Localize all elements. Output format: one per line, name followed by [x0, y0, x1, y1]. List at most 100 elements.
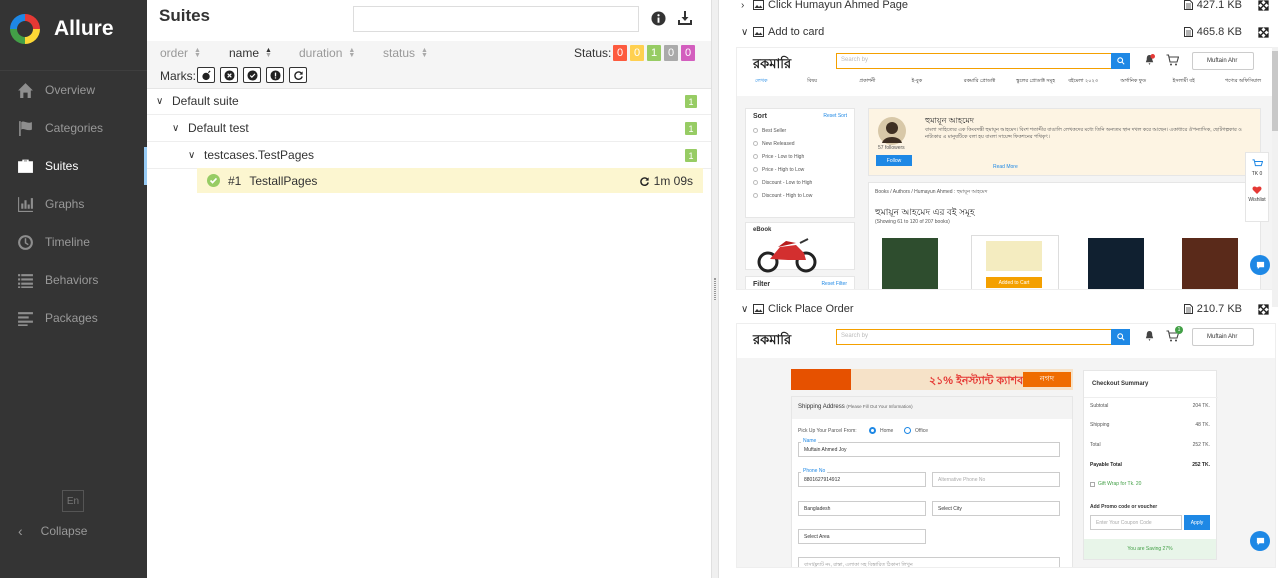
attachment-screenshot: রকমারি Search by 1 Muftain Ahr ২১% ইনস্ট…: [736, 323, 1276, 568]
reset-sort-link: Reset Sort: [823, 113, 847, 119]
sidebar-item-label: Suites: [45, 159, 79, 173]
book-card-added: Added to Cart: [971, 235, 1059, 289]
sidebar-item-packages[interactable]: Packages: [0, 299, 147, 337]
suites-pane: Suites order ▲ ▼ name ▲ ▼ duration ▲ ▼ stat…: [147, 0, 711, 578]
expand-icon[interactable]: [1258, 0, 1269, 11]
motorbike-image: [757, 238, 817, 273]
sidebar-item-timeline[interactable]: Timeline: [0, 223, 147, 261]
align-left-icon: [16, 309, 34, 327]
sidebar-item-behaviors[interactable]: Behaviors: [0, 261, 147, 299]
sort-option: Discount - Low to High: [746, 176, 854, 189]
passed-count-badge: 1: [685, 95, 697, 108]
flag-icon: [16, 119, 34, 137]
sort-option: Best Seller: [746, 124, 854, 137]
sidebar-item-graphs[interactable]: Graphs: [0, 185, 147, 223]
sidebar-item-label: Graphs: [45, 197, 85, 211]
attachment-title: Click Place Order: [768, 303, 854, 315]
sort-status[interactable]: status ▲ ▼: [383, 46, 428, 60]
sort-panel-title: Sort: [753, 113, 767, 120]
filter-panel: Filter Reset Filter: [745, 276, 855, 289]
mark-new-passed-button[interactable]: [243, 67, 261, 83]
site-menu-item: রকমারি প্রোডাক্ট: [963, 78, 996, 84]
sort-arrows-icon: ▲ ▼: [194, 47, 201, 59]
expand-icon[interactable]: [1258, 303, 1269, 315]
test-case-row[interactable]: #1 TestallPages 1m 09s: [197, 168, 703, 193]
bell-icon: [1145, 54, 1155, 66]
info-icon[interactable]: [651, 11, 666, 26]
tree-group-suite[interactable]: ∨ Default suite 1: [147, 88, 711, 115]
sidebar-item-label: Timeline: [45, 235, 90, 249]
check-circle-icon: [246, 69, 258, 81]
added-to-cart-button: Added to Cart: [986, 277, 1042, 288]
area-select: Select Area: [798, 529, 926, 544]
language-switch[interactable]: En: [62, 490, 84, 512]
sort-panel: Sort Reset Sort Best Seller New Released…: [745, 108, 855, 218]
wishlist-label: Wishlist: [1248, 197, 1266, 203]
mark-new-failed-button[interactable]: [220, 67, 238, 83]
download-icon[interactable]: [677, 10, 693, 26]
drag-handle-icon: [714, 278, 716, 300]
site-search-button: [1111, 329, 1130, 345]
sidebar-item-overview[interactable]: Overview: [0, 71, 147, 109]
site-search-input: Search by: [836, 53, 1126, 69]
status-broken-toggle[interactable]: 0: [630, 45, 644, 61]
marks-label: Marks:: [160, 69, 196, 83]
phone-field: 8801627914912: [798, 472, 926, 487]
attachment-title: Add to card: [768, 26, 825, 38]
tree-group-test[interactable]: ∨ Default test 1: [147, 115, 711, 142]
bell-icon: [1145, 330, 1154, 342]
status-passed-toggle[interactable]: 1: [647, 45, 661, 61]
status-skipped-toggle[interactable]: 0: [664, 45, 678, 61]
tree-group-class[interactable]: ∨ testcases.TestPages 1: [147, 142, 711, 169]
site-menu-item: স্কুলের প্রোডাক্ট সমূহ: [1016, 78, 1055, 84]
status-failed-toggle[interactable]: 0: [613, 45, 627, 61]
mark-new-broken-button[interactable]: [266, 67, 284, 83]
breadcrumb: Books / Authors / Humayun Ahmed : হুমায়…: [875, 189, 988, 195]
sidebar-item-label: Packages: [45, 311, 98, 325]
scrollbar-track[interactable]: [1272, 47, 1278, 307]
sort-order[interactable]: order ▲ ▼: [160, 46, 201, 60]
mark-flaky-button[interactable]: [197, 67, 215, 83]
brand[interactable]: Allure: [0, 0, 147, 58]
sidebar-item-categories[interactable]: Categories: [0, 109, 147, 147]
attachment-size-value: 427.1 KB: [1196, 0, 1242, 11]
site-logo: রকমারি: [753, 333, 792, 348]
attachment-row[interactable]: ∨ Click Place Order 210.7 KB: [719, 299, 1280, 319]
search-icon: [1116, 333, 1125, 341]
attachment-size-value: 465.8 KB: [1196, 26, 1242, 38]
sidebar-item-suites[interactable]: Suites: [0, 147, 147, 185]
author-followers: 57 followers: [878, 145, 905, 151]
author-avatar: [878, 117, 906, 145]
sort-option: New Released: [746, 137, 854, 150]
sort-name[interactable]: name ▲ ▼: [229, 46, 272, 60]
status-unknown-toggle[interactable]: 0: [681, 45, 695, 61]
attachment-row[interactable]: ∨ Add to card 465.8 KB: [719, 22, 1280, 42]
sidebar: Allure Overview Categories Suites Graphs…: [0, 0, 147, 578]
checkout-summary-title: Checkout Summary: [1092, 381, 1149, 387]
chevron-down-icon: ∨: [172, 122, 180, 134]
chat-icon: [1256, 537, 1264, 545]
pane-splitter[interactable]: [711, 0, 719, 578]
country-select: Bangladesh: [798, 501, 926, 516]
sort-label: name: [229, 46, 260, 60]
book-cover: [986, 241, 1042, 271]
collapse-button[interactable]: ‹ Collapse: [0, 518, 87, 544]
search-input[interactable]: [353, 6, 639, 32]
site-logo: রকমারি: [753, 57, 792, 72]
scrollbar-thumb[interactable]: [1272, 51, 1278, 131]
attachment-size: 465.8 KB: [1183, 26, 1242, 38]
expand-icon[interactable]: [1258, 26, 1269, 38]
sidebar-item-label: Overview: [45, 83, 96, 97]
attachment-row[interactable]: › Click Humayun Ahmed Page 427.1 KB: [719, 0, 1280, 15]
test-details-pane: › Click Humayun Ahmed Page 427.1 KB ∨ Ad…: [719, 0, 1280, 578]
chat-bubble-button: [1250, 531, 1270, 551]
books-heading: হুমায়ূন আহমেদ এর বই সমূহ: [875, 207, 975, 217]
attachment-size: 427.1 KB: [1183, 0, 1242, 11]
summary-row: Payable Total 252 TK.: [1090, 462, 1210, 468]
sort-duration[interactable]: duration ▲ ▼: [299, 46, 355, 60]
sort-label: order: [160, 46, 189, 60]
mark-retries-button[interactable]: [289, 67, 307, 83]
clock-icon: [16, 233, 34, 251]
shipping-form: Shipping Address (Please Fill Out Your I…: [791, 396, 1073, 567]
refresh-icon: [639, 176, 649, 186]
